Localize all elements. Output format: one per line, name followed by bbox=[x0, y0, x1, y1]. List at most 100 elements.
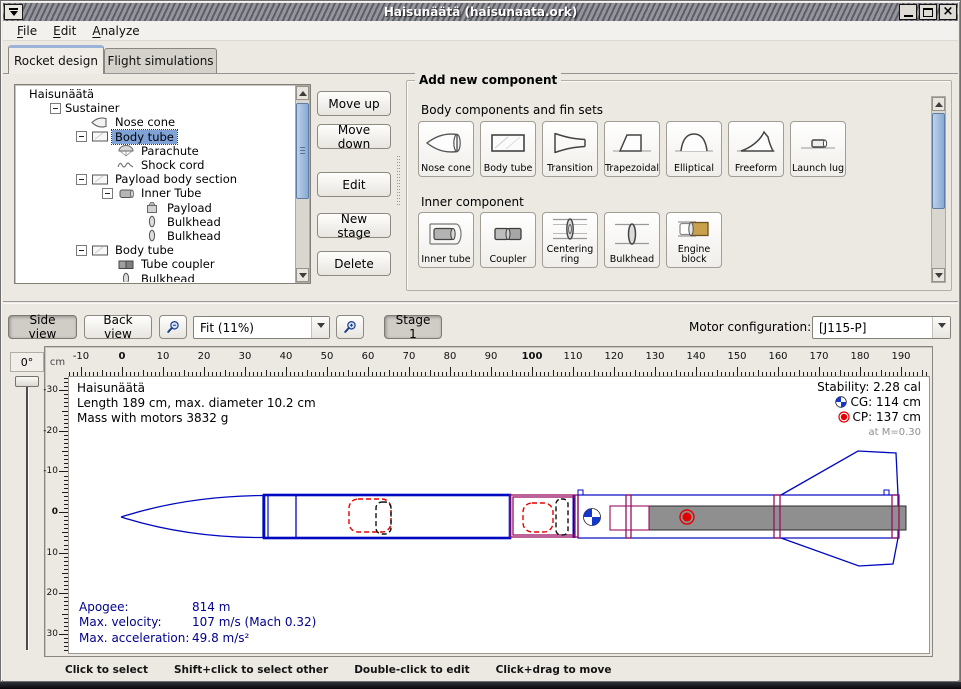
title-bar[interactable]: Haisunäätä (haisunaata.ork) × bbox=[3, 3, 958, 21]
menu-analyze[interactable]: Analyze bbox=[84, 23, 147, 39]
back-view-button[interactable]: Back view bbox=[84, 315, 152, 339]
move-down-button[interactable]: Move down bbox=[317, 124, 391, 149]
arrow-up-icon bbox=[299, 87, 307, 96]
tree-item-parachute[interactable]: Parachute bbox=[16, 144, 294, 158]
tree-item-bulkhead[interactable]: Bulkhead bbox=[16, 229, 294, 243]
tree-item-label: Payload body section bbox=[112, 172, 240, 186]
chevron-down-icon bbox=[317, 323, 325, 332]
stability-info: Stability: 2.28 cal CG: 114 cm CP: 137 c… bbox=[817, 380, 921, 440]
motor-configuration-select[interactable]: [J115-P] bbox=[812, 316, 951, 339]
body-tube-shape[interactable] bbox=[264, 495, 510, 538]
tree-item-payload[interactable]: Payload bbox=[16, 201, 294, 215]
component-button-label: Engine block bbox=[678, 245, 711, 265]
tree-expander[interactable] bbox=[76, 174, 87, 185]
add-centering-ring-button[interactable]: Centering ring bbox=[542, 212, 598, 268]
add-nose-cone-button[interactable]: Nose cone bbox=[418, 121, 474, 177]
parachute-outline[interactable] bbox=[349, 499, 391, 532]
new-stage-button[interactable]: New stage bbox=[317, 213, 391, 238]
tree-item-bulkhead[interactable]: Bulkhead bbox=[16, 215, 294, 229]
minimize-button[interactable] bbox=[899, 4, 917, 20]
scrollbar-thumb[interactable] bbox=[296, 103, 309, 199]
edit-button[interactable]: Edit bbox=[317, 172, 391, 197]
tree-item-tube-coupler[interactable]: Tube coupler bbox=[16, 257, 294, 271]
zoom-in-button[interactable] bbox=[336, 315, 364, 339]
tree-item-haisunäätä[interactable]: Haisunäätä bbox=[16, 87, 294, 101]
nose-cone-shape[interactable] bbox=[121, 495, 263, 538]
hint-text: Double-click to edit bbox=[354, 664, 469, 676]
menu-file[interactable]: File bbox=[9, 23, 45, 39]
tree-item-body-tube[interactable]: Body tube bbox=[16, 243, 294, 257]
window-menu-button[interactable] bbox=[4, 4, 23, 20]
tree-item-label: Nose cone bbox=[112, 115, 178, 129]
add-bulkhead-button[interactable]: Bulkhead bbox=[604, 212, 660, 268]
component-button-label: Elliptical bbox=[674, 164, 714, 174]
add-inner-tube-button[interactable]: Inner tube bbox=[418, 212, 474, 268]
panel-splitter[interactable] bbox=[3, 301, 958, 304]
add-elliptical-button[interactable]: Elliptical bbox=[666, 121, 722, 177]
payload-icon bbox=[140, 201, 164, 214]
zoom-out-button[interactable] bbox=[159, 315, 187, 339]
rotation-slider-handle[interactable] bbox=[15, 376, 39, 387]
tab-flight-simulations[interactable]: Flight simulations bbox=[104, 48, 217, 74]
tree-item-sustainer[interactable]: Sustainer bbox=[16, 101, 294, 115]
elliptical-icon bbox=[672, 122, 716, 164]
scroll-up-button[interactable] bbox=[296, 86, 309, 100]
dropdown-button[interactable] bbox=[932, 317, 950, 338]
tree-expander[interactable] bbox=[102, 188, 113, 199]
scrollbar-thumb[interactable] bbox=[932, 113, 945, 209]
side-view-button[interactable]: Side view bbox=[8, 315, 77, 339]
add-trapezoidal-button[interactable]: Trapezoidal bbox=[604, 121, 660, 177]
component-button-label: Coupler bbox=[490, 255, 527, 265]
tree-item-label: Payload bbox=[164, 201, 215, 215]
body-tube-icon bbox=[88, 244, 112, 257]
scroll-up-button[interactable] bbox=[932, 97, 945, 111]
rocket-canvas[interactable]: Haisunäätä Length 189 cm, max. diameter … bbox=[68, 376, 930, 654]
tree-expander[interactable] bbox=[76, 131, 87, 142]
tree-item-label: Inner Tube bbox=[138, 186, 204, 200]
payload-parachute-outline[interactable] bbox=[523, 503, 553, 532]
scroll-down-button[interactable] bbox=[932, 268, 945, 282]
rotation-slider-track[interactable] bbox=[26, 387, 28, 650]
stage-1-toggle[interactable]: Stage 1 bbox=[384, 315, 442, 339]
engine-block-icon bbox=[672, 213, 716, 245]
tree-expander[interactable] bbox=[50, 103, 61, 114]
payload-shock-cord-outline[interactable] bbox=[556, 499, 568, 535]
tree-item-body-tube[interactable]: Body tube bbox=[16, 130, 294, 144]
tree-item-bulkhead[interactable]: Bulkhead bbox=[16, 271, 294, 282]
add-coupler-button[interactable]: Coupler bbox=[480, 212, 536, 268]
tree-item-shock-cord[interactable]: Shock cord bbox=[16, 158, 294, 172]
add-engine-block-button[interactable]: Engine block bbox=[666, 212, 722, 268]
dropdown-button[interactable] bbox=[311, 317, 329, 338]
move-up-button[interactable]: Move up bbox=[317, 91, 391, 116]
app-window: Haisunäätä (haisunaata.ork) × FileEditAn… bbox=[0, 0, 961, 682]
trapezoidal-icon bbox=[610, 122, 654, 164]
taskbar-edge bbox=[0, 682, 961, 689]
mach-condition: at M=0.30 bbox=[817, 425, 921, 440]
cp-icon bbox=[838, 411, 850, 423]
add-transition-button[interactable]: Transition bbox=[542, 121, 598, 177]
component-panel-scrollbar[interactable] bbox=[931, 96, 946, 283]
add-freeform-button[interactable]: Freeform bbox=[728, 121, 784, 177]
tree-action-buttons: Move up Move down Edit New stage Delete bbox=[317, 80, 391, 276]
tree-item-payload-body-section[interactable]: Payload body section bbox=[16, 172, 294, 186]
component-button-label: Nose cone bbox=[421, 164, 471, 174]
motor-configuration-value: [J115-P] bbox=[813, 321, 932, 335]
hint-text: Click+drag to move bbox=[496, 664, 612, 676]
launch-lug-marks[interactable] bbox=[578, 490, 889, 495]
tree-item-inner-tube[interactable]: Inner Tube bbox=[16, 186, 294, 200]
close-button[interactable]: × bbox=[939, 4, 957, 20]
zoom-select[interactable]: Fit (11%) bbox=[193, 316, 330, 339]
add-body-tube-button[interactable]: Body tube bbox=[480, 121, 536, 177]
tree-item-nose-cone[interactable]: Nose cone bbox=[16, 115, 294, 129]
menu-edit[interactable]: Edit bbox=[45, 23, 84, 39]
tree-item-label: Parachute bbox=[138, 144, 202, 158]
delete-button[interactable]: Delete bbox=[317, 251, 391, 276]
tree-expander[interactable] bbox=[76, 245, 87, 256]
body-tube-icon bbox=[486, 122, 530, 164]
tab-rocket-design[interactable]: Rocket design bbox=[8, 45, 104, 74]
maximize-button[interactable] bbox=[919, 4, 937, 20]
tree-scrollbar[interactable] bbox=[295, 85, 310, 283]
scroll-down-button[interactable] bbox=[296, 268, 309, 282]
tree-item-label: Tube coupler bbox=[138, 257, 218, 271]
add-launch-lug-button[interactable]: Launch lug bbox=[790, 121, 846, 177]
